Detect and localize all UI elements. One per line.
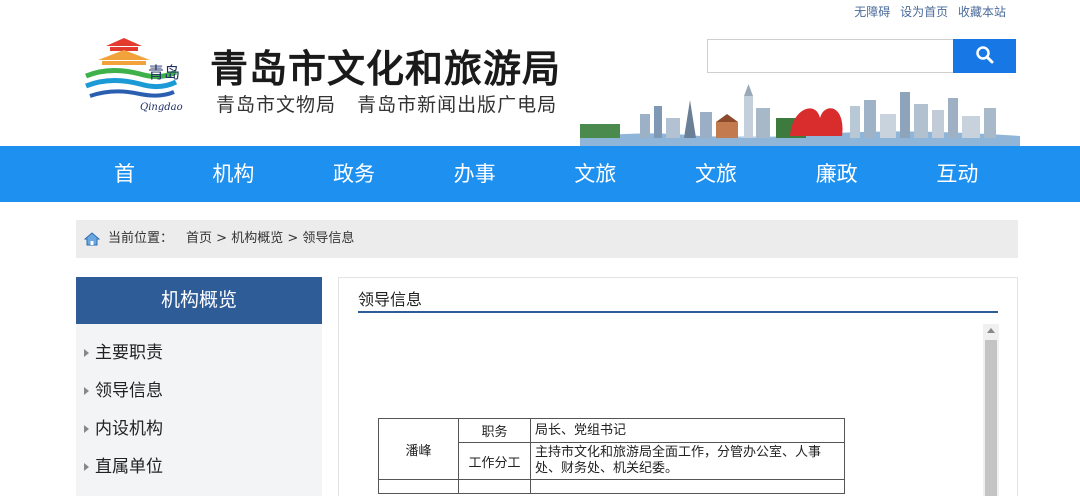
search-box bbox=[707, 39, 1016, 73]
nav-item-resources[interactable]: 文旅资源 bbox=[536, 146, 657, 242]
content-scrollbar[interactable] bbox=[983, 324, 999, 496]
sidebar-item-departments[interactable]: 内设机构 bbox=[76, 410, 322, 448]
sidebar-item-leaders[interactable]: 领导信息 bbox=[76, 372, 322, 410]
table-row: 潘峰 职务 局长、党组书记 bbox=[378, 418, 845, 480]
sidebar-item-label: 直属单位 bbox=[95, 457, 163, 477]
sidebar-list: 主要职责 领导信息 内设机构 直属单位 bbox=[76, 324, 322, 496]
logo-text: 青岛 bbox=[148, 63, 180, 82]
scroll-thumb[interactable] bbox=[985, 340, 997, 496]
nav-item-interaction[interactable]: 互动交流 bbox=[898, 146, 1019, 242]
subtitle-relics-bureau: 青岛市文物局 bbox=[216, 94, 337, 116]
nav-item-service-hall[interactable]: 办事大厅 bbox=[416, 146, 537, 242]
next-value-cell bbox=[530, 479, 845, 494]
main-content: 领导信息 潘峰 职务 局长、党组书记 工作分工 主持市文化和旅游局全面工作，分管… bbox=[338, 277, 1018, 496]
sidebar-item-label: 主要职责 bbox=[95, 343, 163, 363]
sidebar-item-label: 内设机构 bbox=[95, 419, 163, 439]
sidebar-item-label: 领导信息 bbox=[95, 381, 163, 401]
main-nav: 首页 机构概览 政务公开 办事大厅 文旅资源 文旅黄页 廉政监督 互动交流 bbox=[0, 146, 1080, 242]
breadcrumb-separator: > bbox=[212, 231, 232, 246]
city-skyline-image bbox=[580, 84, 1020, 148]
breadcrumb-label: 当前位置： bbox=[108, 231, 174, 246]
nav-item-yellow-pages[interactable]: 文旅黄页 bbox=[657, 146, 778, 242]
top-links: 无障碍 设为首页 收藏本站 bbox=[848, 3, 1006, 20]
site-header: 青岛 Qingdao 青岛市文化和旅游局 青岛市文物局 青岛市新闻出版广电局 bbox=[0, 22, 1080, 148]
role-label: 职务 bbox=[458, 418, 531, 443]
search-input[interactable] bbox=[707, 39, 955, 73]
search-button[interactable] bbox=[953, 39, 1016, 73]
home-icon bbox=[84, 232, 100, 246]
nav-item-home[interactable]: 首页 bbox=[76, 146, 174, 242]
sidebar: 机构概览 主要职责 领导信息 内设机构 直属单位 bbox=[76, 277, 322, 496]
next-field-cell bbox=[458, 479, 531, 494]
breadcrumb-path: 首页 > 机构概览 > 领导信息 bbox=[186, 220, 354, 258]
breadcrumb-section-link[interactable]: 机构概览 bbox=[231, 231, 283, 246]
arrow-right-icon bbox=[84, 387, 89, 395]
role-value: 局长、党组书记 bbox=[530, 418, 845, 443]
leader-name: 潘峰 bbox=[378, 418, 459, 480]
arrow-right-icon bbox=[84, 349, 89, 357]
breadcrumb-home-link[interactable]: 首页 bbox=[186, 231, 212, 246]
qingdao-logo[interactable]: 青岛 Qingdao bbox=[80, 36, 190, 128]
arrow-right-icon bbox=[84, 425, 89, 433]
logo-latin: Qingdao bbox=[140, 102, 183, 113]
title-divider bbox=[358, 311, 998, 313]
duty-label: 工作分工 bbox=[458, 442, 531, 480]
subtitle-press-bureau: 青岛市新闻出版广电局 bbox=[357, 94, 558, 116]
bookmark-link[interactable]: 收藏本站 bbox=[958, 5, 1006, 19]
sidebar-title: 机构概览 bbox=[76, 277, 322, 324]
breadcrumb-current[interactable]: 领导信息 bbox=[302, 231, 354, 246]
breadcrumb: 当前位置： 首页 > 机构概览 > 领导信息 bbox=[76, 220, 1018, 258]
sidebar-item-affiliates[interactable]: 直属单位 bbox=[76, 448, 322, 486]
accessibility-link[interactable]: 无障碍 bbox=[854, 5, 890, 19]
site-title: 青岛市文化和旅游局 bbox=[210, 46, 562, 91]
set-home-link[interactable]: 设为首页 bbox=[900, 5, 948, 19]
duty-value: 主持市文化和旅游局全面工作，分管办公室、人事处、财务处、机关纪委。 bbox=[530, 442, 845, 480]
nav-item-integrity[interactable]: 廉政监督 bbox=[778, 146, 899, 242]
next-leader-cell bbox=[378, 479, 459, 494]
arrow-right-icon bbox=[84, 463, 89, 471]
search-icon bbox=[975, 45, 993, 63]
leader-table: 潘峰 职务 局长、党组书记 工作分工 主持市文化和旅游局全面工作，分管办公室、人… bbox=[378, 418, 845, 494]
table-row bbox=[378, 479, 845, 494]
breadcrumb-separator: > bbox=[283, 231, 303, 246]
nav-item-overview[interactable]: 机构概览 bbox=[174, 146, 295, 242]
scroll-up-icon[interactable] bbox=[987, 328, 995, 333]
page-title: 领导信息 bbox=[358, 290, 423, 309]
nav-item-gov-affairs[interactable]: 政务公开 bbox=[295, 146, 416, 242]
site-subtitle: 青岛市文物局 青岛市新闻出版广电局 bbox=[216, 90, 571, 117]
sidebar-item-main-duties[interactable]: 主要职责 bbox=[76, 334, 322, 372]
